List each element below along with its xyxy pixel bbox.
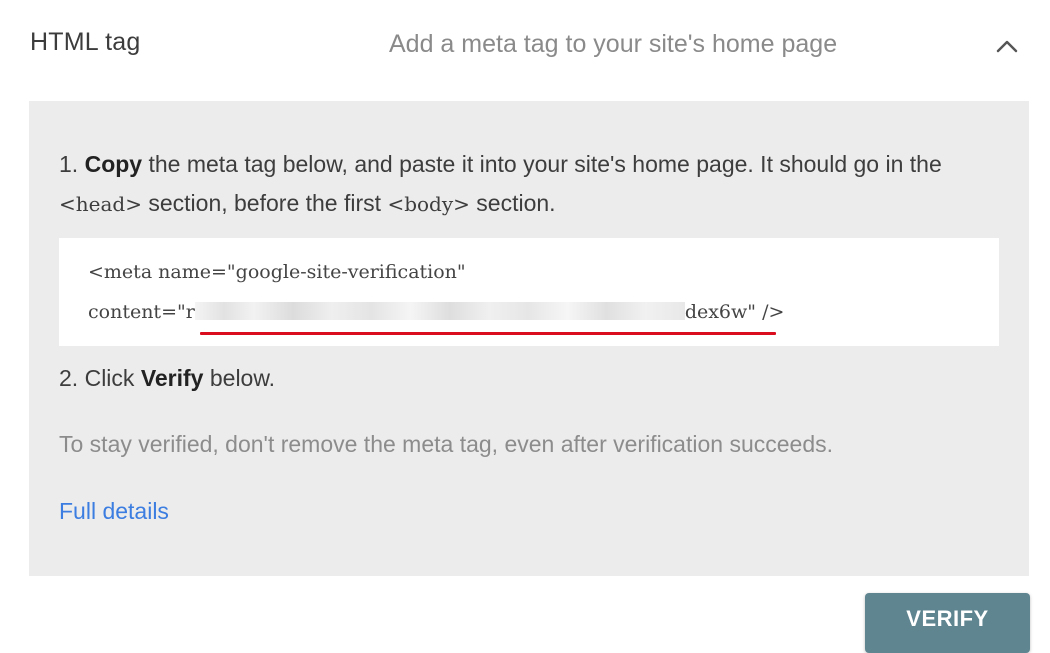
- code-line-1: <meta name="google-site-verification": [88, 261, 466, 283]
- verify-button[interactable]: VERIFY: [865, 593, 1030, 653]
- step-2-number: 2.: [59, 365, 79, 391]
- red-underline-annotation: [200, 332, 776, 335]
- body-tag: <body>: [387, 192, 470, 216]
- step-1-text: 1. Copy the meta tag below, and paste it…: [59, 145, 999, 224]
- section-title: HTML tag: [30, 28, 141, 56]
- code-content-prefix: content="r: [88, 301, 195, 323]
- step-1-text-b: section, before the first: [148, 190, 382, 216]
- verification-note: To stay verified, don't remove the meta …: [59, 431, 834, 457]
- head-tag: <head>: [59, 192, 142, 216]
- instructions-panel: 1. Copy the meta tag below, and paste it…: [29, 101, 1029, 576]
- step-1-text-a: the meta tag below, and paste it into yo…: [148, 151, 942, 177]
- step-2-bold: Verify: [140, 365, 204, 391]
- step-2-text: 2. Click Verify below.: [59, 365, 275, 392]
- section-header[interactable]: HTML tag Add a meta tag to your site's h…: [0, 0, 1050, 92]
- section-description: Add a meta tag to your site's home page: [389, 30, 838, 58]
- step-2-text-a: Click: [84, 365, 135, 391]
- step-2-text-b: below.: [209, 365, 276, 391]
- redacted-token: [194, 302, 685, 320]
- full-details-link[interactable]: Full details: [59, 498, 169, 525]
- step-1-number: 1.: [59, 151, 79, 177]
- code-content-suffix: dex6w" />: [684, 301, 785, 323]
- code-line-2: content="r dex6w" />: [88, 301, 784, 323]
- meta-tag-code-box[interactable]: <meta name="google-site-verification" co…: [59, 238, 999, 346]
- chevron-up-icon[interactable]: [992, 32, 1022, 62]
- step-1-bold: Copy: [84, 151, 143, 177]
- step-1-text-c: section.: [476, 190, 556, 216]
